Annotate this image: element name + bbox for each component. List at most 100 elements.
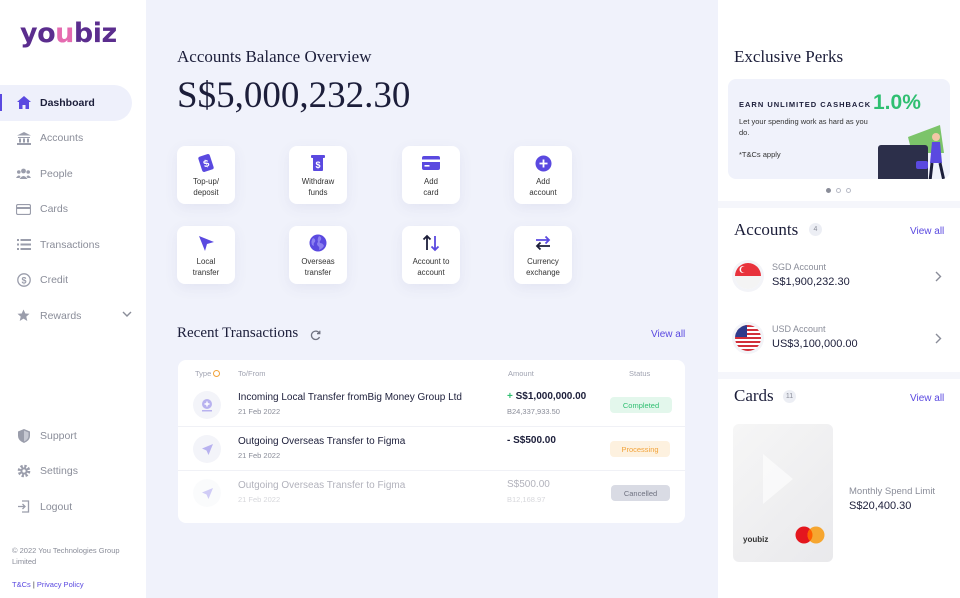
recent-transactions-title: Recent Transactions bbox=[177, 325, 299, 341]
section-divider bbox=[718, 372, 960, 379]
chevron-down-icon[interactable] bbox=[122, 309, 132, 321]
swap-vertical-icon bbox=[422, 234, 440, 252]
sg-flag-icon bbox=[735, 263, 761, 289]
privacy-policy-link[interactable]: Privacy Policy bbox=[37, 580, 84, 589]
refresh-icon[interactable] bbox=[310, 328, 321, 346]
sidebar-item-cards[interactable]: Cards bbox=[0, 192, 146, 228]
table-row[interactable]: Outgoing Overseas Transfer to Figma 21 F… bbox=[178, 427, 685, 471]
table-row[interactable]: Outgoing Overseas Transfer to Figma 21 F… bbox=[178, 471, 685, 515]
add-account-button[interactable]: Add account bbox=[514, 146, 572, 204]
quick-action-label: Currency exchange bbox=[526, 257, 560, 277]
sidebar-item-credit[interactable]: $ Credit bbox=[0, 263, 146, 299]
youbiz-logo[interactable]: youbiz bbox=[20, 18, 117, 49]
sidebar: youbiz Dashboard Accounts People Cards T… bbox=[0, 0, 146, 598]
sidebar-item-label: Cards bbox=[40, 203, 69, 216]
logout-icon bbox=[16, 499, 31, 514]
column-header-status: Status bbox=[629, 369, 651, 378]
perk-headline: EARN UNLIMITED CASHBACK bbox=[739, 100, 872, 109]
add-card-icon bbox=[422, 154, 440, 172]
add-card-button[interactable]: Add card bbox=[402, 146, 460, 204]
status-badge: Cancelled bbox=[611, 485, 670, 501]
sidebar-item-support[interactable]: Support bbox=[0, 418, 146, 454]
sidebar-item-label: Logout bbox=[40, 500, 73, 513]
overseas-transfer-button[interactable]: Overseas transfer bbox=[289, 226, 347, 284]
perk-terms: *T&Cs apply bbox=[739, 150, 781, 159]
local-transfer-button[interactable]: Local transfer bbox=[177, 226, 235, 284]
sidebar-item-logout[interactable]: Logout bbox=[0, 489, 146, 525]
transaction-sub-amount: B12,168.97 bbox=[507, 495, 546, 504]
withdraw-funds-button[interactable]: $ Withdraw funds bbox=[289, 146, 347, 204]
quick-action-label: Withdraw funds bbox=[301, 177, 335, 197]
accounts-count-badge: 4 bbox=[809, 223, 822, 236]
sidebar-item-people[interactable]: People bbox=[0, 156, 146, 192]
cards-count-badge: 11 bbox=[783, 390, 796, 403]
cards-view-all-link[interactable]: View all bbox=[910, 393, 944, 404]
sidebar-item-label: Credit bbox=[40, 274, 69, 287]
copyright-text: © 2022 You Technologies Group Limited bbox=[12, 546, 120, 566]
transaction-date: 21 Feb 2022 bbox=[238, 495, 281, 504]
accounts-view-all-link[interactable]: View all bbox=[910, 226, 944, 237]
carousel-dots bbox=[826, 188, 851, 193]
account-to-account-button[interactable]: Account to account bbox=[402, 226, 460, 284]
debit-card-image[interactable]: youbiz bbox=[733, 424, 833, 562]
dollar-icon: $ bbox=[16, 273, 31, 288]
sidebar-item-rewards[interactable]: Rewards bbox=[0, 298, 146, 334]
tcs-link[interactable]: T&Cs bbox=[12, 580, 31, 589]
topup-deposit-button[interactable]: $ Top-up/ deposit bbox=[177, 146, 235, 204]
perk-percent: 1.0% bbox=[873, 91, 921, 114]
people-icon bbox=[16, 166, 31, 181]
list-icon bbox=[16, 237, 31, 252]
sidebar-item-label: Dashboard bbox=[40, 96, 95, 109]
main-content: Accounts Balance Overview S$5,000,232.30… bbox=[146, 0, 718, 598]
quick-action-label: Local transfer bbox=[192, 257, 220, 277]
accounts-title: Accounts bbox=[734, 220, 799, 239]
right-panel: Exclusive Perks EARN UNLIMITED CASHBACK … bbox=[718, 0, 960, 598]
chevron-right-icon bbox=[935, 269, 942, 287]
card-brand-logo: youbiz bbox=[743, 535, 769, 544]
svg-text:$: $ bbox=[315, 160, 320, 170]
column-header-to-from: To/From bbox=[238, 369, 266, 378]
account-item-usd[interactable]: USD Account US$3,100,000.00 bbox=[718, 316, 960, 366]
transaction-date: 21 Feb 2022 bbox=[238, 407, 281, 416]
sidebar-item-label: Transactions bbox=[40, 238, 100, 251]
account-name: USD Account bbox=[772, 324, 826, 334]
outgoing-transfer-icon bbox=[193, 435, 221, 463]
transaction-name: Incoming Local Transfer fromBig Money Gr… bbox=[238, 392, 462, 403]
total-balance: S$5,000,232.30 bbox=[177, 75, 411, 116]
transaction-name: Outgoing Overseas Transfer to Figma bbox=[238, 480, 406, 491]
transaction-sub-amount: B24,337,933.50 bbox=[507, 407, 560, 416]
sidebar-item-label: People bbox=[40, 167, 73, 180]
section-divider bbox=[718, 201, 960, 208]
account-balance: US$3,100,000.00 bbox=[772, 338, 858, 350]
sidebar-item-transactions[interactable]: Transactions bbox=[0, 227, 146, 263]
quick-action-label: Account to account bbox=[412, 257, 450, 277]
transaction-amount: - S$500.00 bbox=[507, 435, 556, 446]
quick-action-label: Add card bbox=[423, 177, 439, 197]
outgoing-transfer-icon bbox=[193, 479, 221, 507]
currency-exchange-button[interactable]: Currency exchange bbox=[514, 226, 572, 284]
transaction-amount: S$500.00 bbox=[507, 479, 550, 490]
withdraw-icon: $ bbox=[310, 154, 326, 172]
exchange-icon bbox=[534, 234, 552, 252]
cards-title: Cards bbox=[734, 386, 774, 405]
quick-action-label: Overseas transfer bbox=[301, 257, 335, 277]
us-flag-icon bbox=[735, 325, 761, 351]
mastercard-icon bbox=[795, 526, 825, 544]
add-account-icon bbox=[535, 154, 552, 172]
status-badge: Processing bbox=[610, 441, 670, 457]
bank-icon bbox=[16, 131, 31, 146]
carousel-dot[interactable] bbox=[846, 188, 851, 193]
info-icon[interactable] bbox=[213, 370, 221, 377]
sidebar-item-label: Accounts bbox=[40, 132, 84, 145]
transactions-view-all-link[interactable]: View all bbox=[651, 329, 685, 340]
account-item-sgd[interactable]: SGD Account S$1,900,232.30 bbox=[718, 254, 960, 304]
secondary-nav: Support Settings Logout bbox=[0, 418, 146, 525]
carousel-dot[interactable] bbox=[826, 188, 831, 193]
sidebar-item-accounts[interactable]: Accounts bbox=[0, 121, 146, 157]
cashback-promo-card[interactable]: EARN UNLIMITED CASHBACK 1.0% Let your sp… bbox=[728, 79, 950, 179]
table-row[interactable]: Incoming Local Transfer fromBig Money Gr… bbox=[178, 383, 685, 427]
topup-icon: $ bbox=[197, 154, 215, 172]
sidebar-item-settings[interactable]: Settings bbox=[0, 454, 146, 490]
carousel-dot[interactable] bbox=[836, 188, 841, 193]
sidebar-item-dashboard[interactable]: Dashboard bbox=[0, 85, 132, 121]
